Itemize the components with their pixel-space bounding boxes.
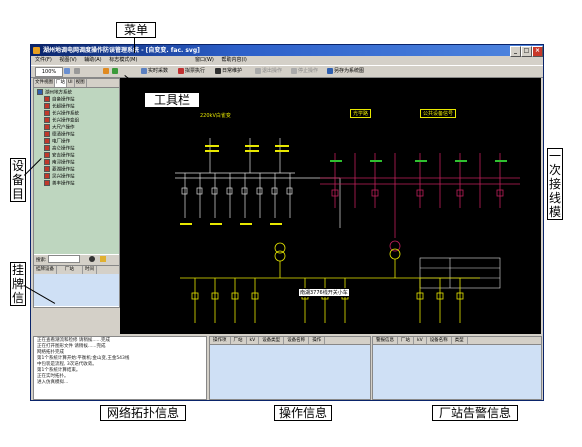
- log-line: 正在实时拓扑。: [37, 374, 69, 379]
- col-tag-station[interactable]: 厂站: [57, 266, 83, 274]
- save-as-diagram-button[interactable]: 另存为系统图: [327, 67, 364, 75]
- title-bar: 湖州地调电网调度操作防误管理系统 - [自变变. fac. svg] _ □ ×: [31, 45, 543, 57]
- col-tag-device[interactable]: 挂牌设备: [34, 266, 57, 274]
- tab-station[interactable]: 厂站: [55, 79, 67, 87]
- station-title: 220kV白雀变: [200, 113, 231, 119]
- left-panel: 文件视图 厂站 UI 视图 湖州地方系统 自备操作站 长超操作站 长兴操作系统 长兴操…: [33, 78, 120, 308]
- draft-execute-button[interactable]: 拟票执行: [178, 67, 205, 75]
- folder-icon[interactable]: [99, 256, 106, 262]
- menu-file[interactable]: 文件(F): [35, 57, 52, 63]
- callout-primary-diagram: 一次接线模: [547, 148, 563, 220]
- search-label: 搜索:: [36, 257, 47, 263]
- col-op-kv[interactable]: kV: [247, 337, 260, 344]
- tab-ui[interactable]: UI: [67, 79, 75, 87]
- log-line: 第1个系统计算开始:平衡机:金山变,王金543线: [37, 356, 130, 361]
- col-tag-time[interactable]: 时间: [83, 266, 97, 274]
- col-alarm-type[interactable]: 类型: [452, 337, 468, 344]
- col-alarm-device[interactable]: 设备名称: [427, 337, 452, 344]
- col-op-item[interactable]: 操作项: [210, 337, 231, 344]
- callout-device-tree: 设备目: [10, 158, 26, 202]
- col-op-action[interactable]: 操作: [309, 337, 326, 344]
- zoom-select[interactable]: 100%: [35, 67, 63, 77]
- callout-menu: 菜单: [116, 22, 156, 38]
- left-tabs: 文件视图 厂站 UI 视图: [34, 79, 119, 88]
- zoom-in-icon[interactable]: [64, 67, 71, 75]
- leader-menu: [134, 37, 135, 53]
- daily-maintenance-button[interactable]: 日常维护: [215, 67, 242, 75]
- window-title: 湖州地调电网调度操作防误管理系统 - [自变变. fac. svg]: [43, 47, 200, 54]
- tool-icon-a[interactable]: [103, 67, 110, 75]
- callout-alarm-info: 厂站告警信息: [432, 405, 518, 421]
- log-line: 正在查看潮流和检修 请稍候......完成: [37, 338, 111, 343]
- app-icon: [33, 47, 40, 54]
- log-line: 进入仿真模拟...: [37, 380, 69, 385]
- right-bay-values: [330, 160, 507, 162]
- alarm-table-header: 警报信息 厂站 kV 设备名称 类型: [373, 337, 541, 345]
- menu-window[interactable]: 窗口(W): [195, 57, 214, 63]
- col-alarm-kv[interactable]: kV: [414, 337, 427, 344]
- device-popup: 南湖3776线开关小车: [298, 288, 350, 297]
- exit-operation-button[interactable]: 退出操作: [255, 67, 282, 75]
- topology-log-pane: 正在查看潮流和检修 请稍候......完成 正在打开图形文件 请稍候......…: [33, 336, 207, 400]
- left-bay-values: [180, 145, 289, 225]
- log-line: 正在打开图形文件 请稍候......完成: [37, 344, 106, 349]
- search-bar: 搜索:: [34, 255, 119, 265]
- diagram-tag-right[interactable]: 公共设备信号: [420, 109, 457, 118]
- menu-help[interactable]: 帮助内容(I): [221, 57, 246, 63]
- log-line: 第1个系统计算结束。: [37, 368, 81, 373]
- tree-item[interactable]: 善丰操作站: [44, 180, 75, 188]
- col-op-station[interactable]: 厂站: [231, 337, 247, 344]
- device-tree: 湖州地方系统 自备操作站 长超操作站 长兴操作系统 长兴操作变组 大尺户操作 德…: [34, 88, 119, 254]
- col-alarm-station[interactable]: 厂站: [398, 337, 414, 344]
- tag-table-header: 挂牌设备 厂站 时间: [34, 265, 119, 274]
- op-table-header: 操作项 厂站 kV 设备类型 设备名称 操作: [210, 337, 370, 345]
- callout-operation-info: 操作信息: [274, 405, 332, 421]
- alarm-pane: 警报信息 厂站 kV 设备名称 类型: [372, 336, 542, 400]
- transformers: [274, 240, 401, 262]
- back-icon[interactable]: [74, 67, 81, 75]
- callout-toolbar: 工具栏: [144, 92, 200, 108]
- stop-operation-button[interactable]: 停止操作: [291, 67, 318, 75]
- app-window: 湖州地调电网调度操作防误管理系统 - [自变变. fac. svg] _ □ ×…: [30, 44, 544, 401]
- binoculars-icon[interactable]: [89, 256, 96, 262]
- operation-pane: 操作项 厂站 kV 设备类型 设备名称 操作: [209, 336, 371, 400]
- col-op-device[interactable]: 设备名称: [284, 337, 310, 344]
- realtime-button[interactable]: 实时采数: [141, 67, 168, 75]
- menu-mode[interactable]: 标志模式(M): [109, 57, 137, 63]
- diagram-tag-mid[interactable]: 光学路: [350, 109, 372, 118]
- tab-file-view[interactable]: 文件视图: [34, 79, 55, 87]
- diagram-canvas[interactable]: 220kV白雀变 光学路 公共设备信号 南湖3776线开关小车: [120, 78, 541, 334]
- search-input[interactable]: [47, 255, 80, 263]
- right-bays: [320, 153, 520, 238]
- col-alarm-info[interactable]: 警报信息: [373, 337, 398, 344]
- log-line: 中包装是流程, 3次迭代收敛。: [37, 362, 97, 367]
- log-line: 网络拓扑完成: [37, 350, 64, 355]
- callout-topology-info: 网络拓扑信息: [100, 405, 186, 421]
- tab-view[interactable]: 视图: [75, 79, 87, 87]
- bottom-panes: 正在查看潮流和检修 请稍候......完成 正在打开图形文件 请稍候......…: [31, 336, 543, 400]
- tool-icon-b[interactable]: [112, 67, 119, 75]
- menu-bar: 文件(F) 视图(V) 辅助(A) 标志模式(M) 窗口(W) 帮助内容(I): [31, 56, 543, 65]
- tag-table-body: [34, 274, 119, 306]
- col-op-type[interactable]: 设备类型: [259, 337, 285, 344]
- menu-view[interactable]: 视图(V): [59, 57, 76, 63]
- toolbar: 100% 实时采数 拟票执行 日常维护 退出操作 停止操作 另存为系统图: [31, 65, 543, 78]
- menu-assist[interactable]: 辅助(A): [84, 57, 101, 63]
